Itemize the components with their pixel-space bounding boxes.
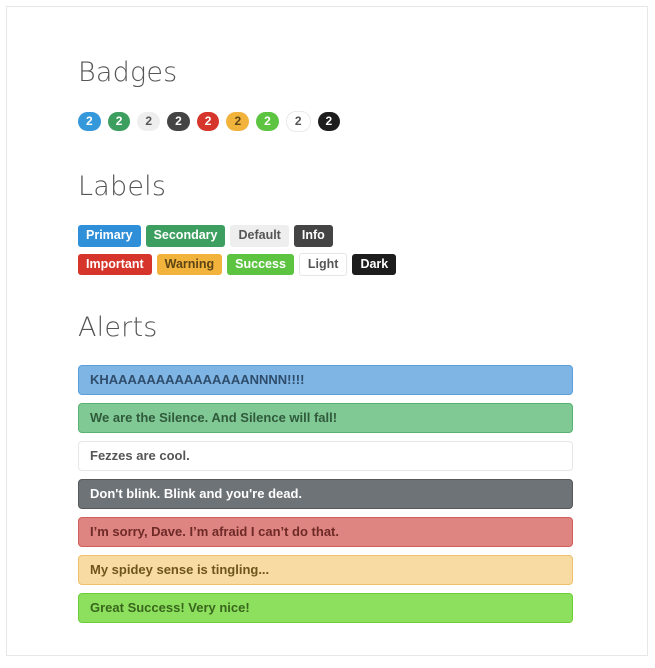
- alert-default: Fezzes are cool.: [78, 441, 573, 471]
- alerts-heading: Alerts: [78, 312, 158, 343]
- label-row-1: Primary Secondary Default Info: [78, 225, 588, 247]
- label-dark[interactable]: Dark: [352, 253, 397, 275]
- badge-info[interactable]: 2: [167, 112, 190, 131]
- labels-heading: Labels: [78, 171, 167, 202]
- badge-important[interactable]: 2: [196, 112, 220, 131]
- label-success[interactable]: Success: [227, 253, 294, 275]
- badge-success[interactable]: 2: [256, 112, 279, 131]
- alert-warning: My spidey sense is tingling...: [78, 555, 573, 585]
- badge-row: 2 2 2 2 2 2 2 2 2: [78, 111, 588, 132]
- badge-default[interactable]: 2: [137, 112, 161, 131]
- alert-secondary: We are the Silence. And Silence will fal…: [78, 403, 573, 433]
- badges-heading: Badges: [78, 57, 178, 88]
- badge-secondary[interactable]: 2: [107, 112, 131, 131]
- badge-light[interactable]: 2: [285, 111, 311, 132]
- label-secondary[interactable]: Secondary: [145, 225, 226, 247]
- label-row-2: Important Warning Success Light Dark: [78, 252, 588, 276]
- label-important[interactable]: Important: [78, 253, 152, 275]
- label-light[interactable]: Light: [298, 252, 348, 276]
- badge-warning[interactable]: 2: [226, 112, 250, 131]
- alerts-section: Alerts KHAAAAAAAAAAAAAAANNNN!!!! We are …: [78, 312, 588, 623]
- label-primary[interactable]: Primary: [78, 225, 141, 247]
- alert-success: Great Success! Very nice!: [78, 593, 573, 623]
- alert-list: KHAAAAAAAAAAAAAAANNNN!!!! We are the Sil…: [78, 365, 573, 623]
- labels-section: Labels Primary Secondary Default Info Im…: [78, 171, 588, 276]
- label-warning[interactable]: Warning: [156, 253, 223, 275]
- label-info[interactable]: Info: [293, 225, 333, 247]
- badge-dark[interactable]: 2: [317, 112, 341, 131]
- label-rows: Primary Secondary Default Info Important…: [78, 225, 588, 276]
- alert-important: I’m sorry, Dave. I’m afraid I can’t do t…: [78, 517, 573, 547]
- alert-primary: KHAAAAAAAAAAAAAAANNNN!!!!: [78, 365, 573, 395]
- badge-primary[interactable]: 2: [78, 112, 101, 131]
- content-container: Badges 2 2 2 2 2 2 2 2 2 Labels Primary …: [78, 45, 588, 623]
- page-frame: Badges 2 2 2 2 2 2 2 2 2 Labels Primary …: [6, 6, 648, 656]
- badges-section: Badges 2 2 2 2 2 2 2 2 2: [78, 57, 588, 132]
- alert-info: Don't blink. Blink and you're dead.: [78, 479, 573, 509]
- label-default[interactable]: Default: [230, 225, 289, 247]
